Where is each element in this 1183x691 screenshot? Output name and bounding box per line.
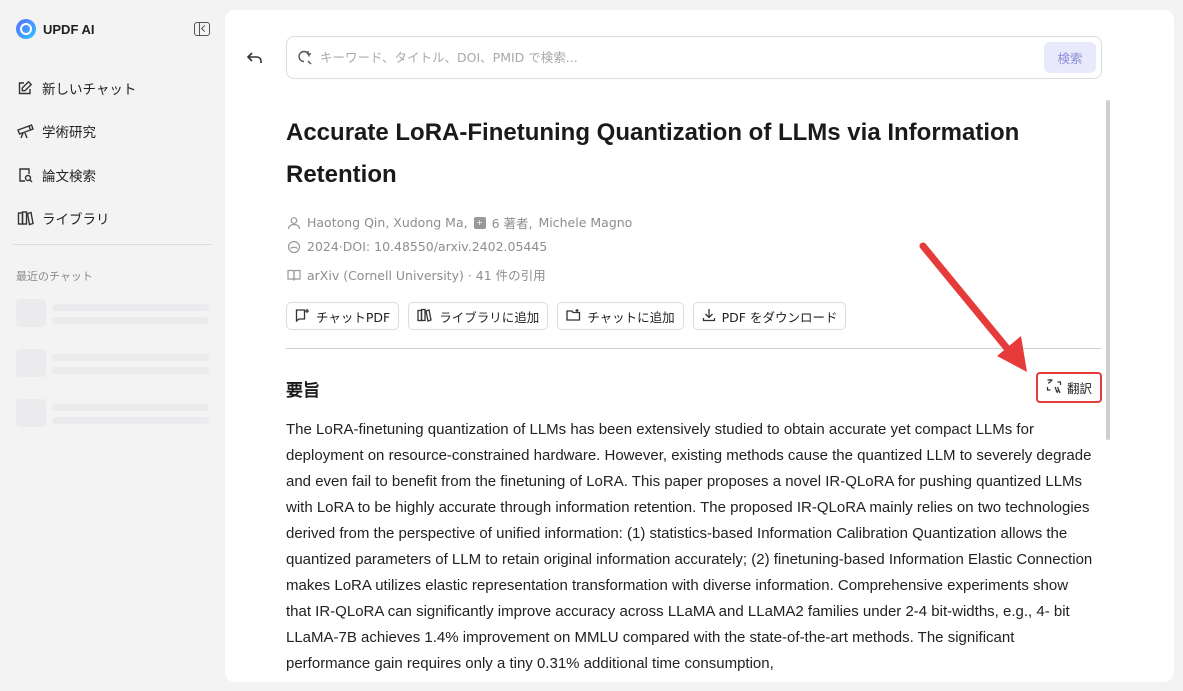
brand[interactable]: UPDF AI <box>16 19 95 39</box>
translate-icon <box>1046 378 1062 397</box>
date-doi-text: 2024·DOI: 10.48550/arxiv.2402.05445 <box>307 239 548 254</box>
abstract-text: The LoRA-finetuning quantization of LLMs… <box>286 421 1093 672</box>
search-button[interactable]: 検索 <box>1044 42 1096 73</box>
recent-chats-label: 最近のチャット <box>16 270 93 283</box>
add-to-chat-label: チャットに追加 <box>587 309 675 325</box>
red-arrow-annotation <box>919 242 1027 372</box>
source-text: arXiv (Cornell University) · 41 件の引用 <box>307 268 546 283</box>
sidebar: UPDF AI 新しいチャット 学術研究 論文検索 ライブラリ 最近のチャット <box>0 0 225 691</box>
doc-search-icon <box>16 166 34 184</box>
add-to-library-label: ライブラリに追加 <box>439 309 540 325</box>
paper-actions: チャットPDF ライブラリに追加 チャットに追加 PDF をダウンロード <box>286 302 847 330</box>
paper-source: arXiv (Cornell University) · 41 件の引用 <box>286 265 546 284</box>
sidebar-item-academic-research[interactable]: 学術研究 <box>16 110 211 154</box>
download-icon <box>702 308 716 325</box>
person-icon <box>286 215 301 230</box>
scrollbar[interactable] <box>1106 100 1110 440</box>
clock-icon <box>286 239 301 254</box>
search-icon <box>297 50 313 66</box>
last-author-text: Michele Magno <box>538 215 633 230</box>
sidebar-nav: 新しいチャット 学術研究 論文検索 ライブラリ <box>16 66 211 240</box>
book-icon <box>286 267 301 282</box>
chat-skeleton-placeholder <box>16 349 209 377</box>
paper-date-doi: 2024·DOI: 10.48550/arxiv.2402.05445 <box>286 239 547 254</box>
brand-name: UPDF AI <box>43 21 95 37</box>
authors-text: Haotong Qin, Xudong Ma, <box>307 215 468 230</box>
section-divider <box>286 348 1101 349</box>
search-bar: 検索 <box>286 36 1102 79</box>
chat-pdf-icon <box>295 308 310 325</box>
sidebar-item-library[interactable]: ライブラリ <box>16 197 211 241</box>
collapse-sidebar-icon[interactable] <box>194 22 210 36</box>
main-panel: 検索 Accurate LoRA-Finetuning Quantization… <box>225 10 1174 682</box>
download-pdf-button[interactable]: PDF をダウンロード <box>692 302 847 330</box>
chat-skeleton-placeholder <box>16 299 209 327</box>
add-to-chat-button[interactable]: チャットに追加 <box>557 302 684 330</box>
chat-skeleton-placeholder <box>16 399 209 427</box>
back-icon[interactable] <box>245 48 265 68</box>
sidebar-item-new-chat[interactable]: 新しいチャット <box>16 66 211 110</box>
chat-pdf-button[interactable]: チャットPDF <box>286 302 400 330</box>
chat-pdf-label: チャットPDF <box>316 309 391 325</box>
add-to-library-button[interactable]: ライブラリに追加 <box>408 302 549 330</box>
sidebar-item-label: 新しいチャット <box>42 81 137 98</box>
translate-label: 翻訳 <box>1066 381 1092 396</box>
folder-add-icon <box>566 308 581 325</box>
sidebar-item-label: 論文検索 <box>42 168 96 185</box>
more-authors-icon[interactable]: + <box>473 216 486 229</box>
library-icon <box>16 209 34 227</box>
abstract-heading: 要旨 <box>286 381 320 401</box>
sidebar-item-label: ライブラリ <box>42 212 110 229</box>
paper-authors: Haotong Qin, Xudong Ma, + 6 著者, Michele … <box>286 213 632 232</box>
search-input[interactable] <box>320 37 1020 78</box>
translate-button[interactable]: 翻訳 <box>1036 372 1102 403</box>
sidebar-item-label: 学術研究 <box>42 125 96 142</box>
download-pdf-label: PDF をダウンロード <box>721 309 838 325</box>
more-authors-text[interactable]: 6 著者, <box>492 213 533 232</box>
sidebar-item-paper-search[interactable]: 論文検索 <box>16 153 211 197</box>
updf-logo-icon <box>16 19 36 39</box>
edit-icon <box>16 79 34 97</box>
library-icon <box>417 308 433 325</box>
telescope-icon <box>16 122 34 140</box>
paper-title: Accurate LoRA-Finetuning Quantization of… <box>286 119 1020 188</box>
sidebar-divider <box>13 244 212 245</box>
